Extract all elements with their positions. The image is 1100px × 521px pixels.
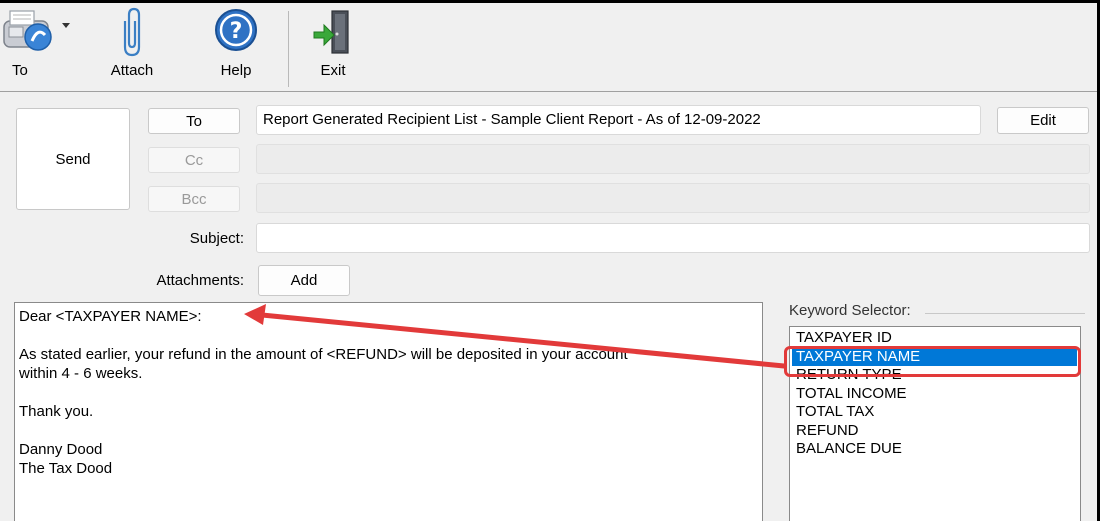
body-line: within 4 - 6 weeks.: [19, 365, 143, 382]
toolbar-separator: [288, 11, 289, 87]
attach-toolbar-button[interactable]: Attach: [104, 3, 160, 91]
to-button[interactable]: To: [148, 108, 240, 134]
exit-toolbar-button[interactable]: Exit: [305, 3, 361, 91]
cc-field: [256, 144, 1090, 174]
body-line: As stated earlier, your refund in the am…: [19, 346, 628, 363]
fax-machine-icon: [0, 7, 78, 59]
body-line: [19, 326, 758, 345]
send-button[interactable]: Send: [16, 108, 130, 210]
to-field[interactable]: Report Generated Recipient List - Sample…: [256, 105, 981, 135]
body-line: [19, 421, 758, 440]
cc-button: Cc: [148, 147, 240, 173]
message-body[interactable]: Dear <TAXPAYER NAME>: As stated earlier,…: [14, 302, 763, 521]
to-toolbar-label: To: [12, 62, 28, 79]
keyword-item[interactable]: BALANCE DUE: [795, 440, 1080, 459]
add-attachment-button[interactable]: Add: [258, 265, 350, 296]
bcc-button: Bcc: [148, 186, 240, 212]
keyword-selector-groupline: [925, 313, 1085, 314]
keyword-item[interactable]: TOTAL TAX: [795, 403, 1080, 422]
body-line: [19, 383, 758, 402]
exit-toolbar-label: Exit: [320, 62, 346, 79]
keyword-item[interactable]: TAXPAYER ID: [795, 329, 1080, 348]
annotation-highlight-box: [784, 346, 1081, 377]
body-line: The Tax Dood: [19, 460, 113, 477]
attach-toolbar-label: Attach: [110, 62, 154, 79]
toolbar: To Attach ? Help Exit: [0, 3, 1097, 91]
help-toolbar-button[interactable]: ? Help: [208, 3, 264, 91]
toolbar-divider: [0, 91, 1097, 92]
to-toolbar-button[interactable]: To: [0, 3, 78, 91]
body-line: Danny Dood: [19, 441, 103, 458]
edit-button[interactable]: Edit: [997, 107, 1089, 134]
keyword-item[interactable]: REFUND: [795, 422, 1080, 441]
subject-field[interactable]: [256, 223, 1090, 253]
svg-text:?: ?: [230, 19, 243, 44]
subject-label: Subject:: [189, 230, 244, 247]
keyword-selector-title: Keyword Selector:: [789, 302, 911, 319]
keyword-item[interactable]: TOTAL INCOME: [795, 385, 1080, 404]
body-line: Dear <TAXPAYER NAME>:: [19, 308, 202, 325]
body-line: Thank you.: [19, 403, 94, 420]
paperclip-icon: [104, 7, 160, 59]
help-question-icon: ?: [208, 7, 264, 59]
attachments-label: Attachments:: [156, 272, 244, 289]
exit-door-icon: [305, 7, 361, 59]
help-toolbar-label: Help: [220, 62, 252, 79]
bcc-field: [256, 183, 1090, 213]
